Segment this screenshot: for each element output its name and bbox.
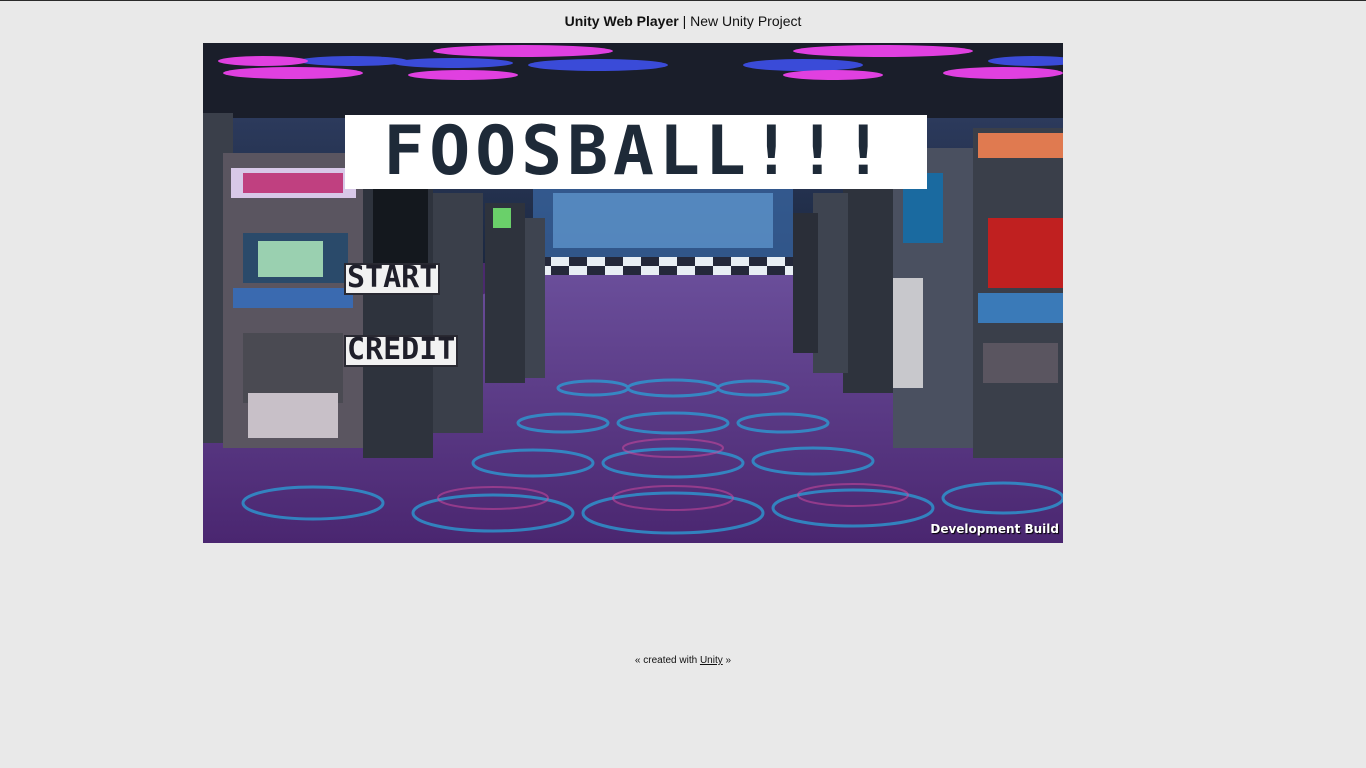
unity-player[interactable]: FOOSBALL!!! START CREDIT Development Bui…: [203, 43, 1063, 543]
start-button[interactable]: START: [344, 263, 441, 295]
page-title: Unity Web Player | New Unity Project: [0, 13, 1366, 29]
development-build-label: Development Build: [930, 522, 1059, 536]
footer-prefix: « created with: [634, 655, 700, 666]
game-title: FOOSBALL!!!: [345, 115, 927, 189]
footer-suffix: »: [722, 655, 732, 666]
unity-link[interactable]: Unity: [700, 655, 723, 666]
credit-button[interactable]: CREDIT: [344, 335, 459, 367]
app-name: Unity Web Player: [564, 13, 679, 29]
footer: « created with Unity »: [0, 655, 1366, 666]
window-top-border: [0, 0, 1366, 1]
project-name: New Unity Project: [690, 13, 802, 29]
title-separator: |: [678, 13, 691, 29]
game-title-text: FOOSBALL!!!: [383, 112, 889, 191]
